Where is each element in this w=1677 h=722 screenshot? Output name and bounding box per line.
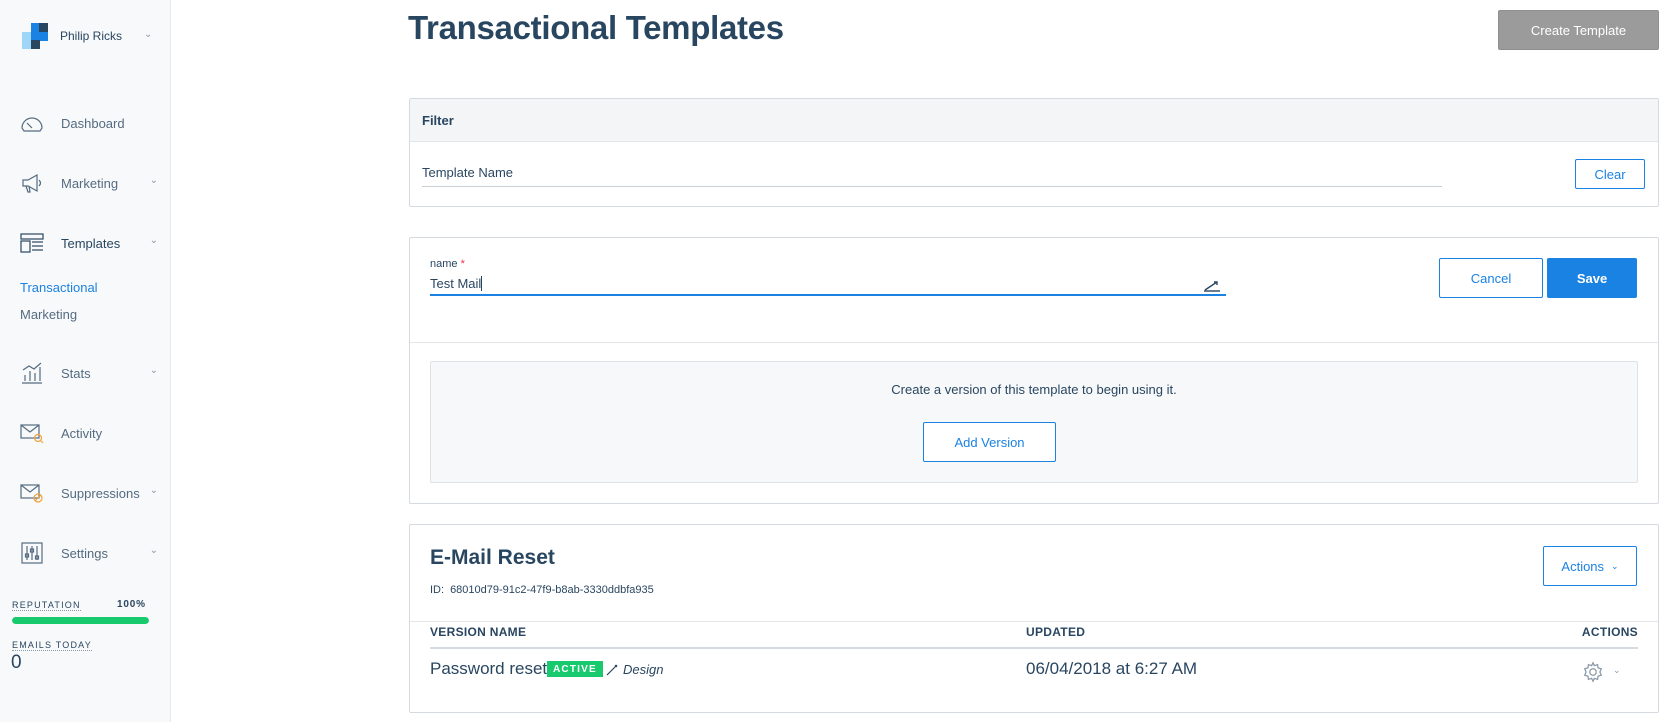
- sidebar-item-stats[interactable]: Stats ⌄: [20, 359, 160, 387]
- version-name[interactable]: Password reset: [430, 659, 547, 679]
- sidebar-item-settings[interactable]: Settings ⌄: [20, 539, 160, 567]
- column-header-version-name[interactable]: VERSION NAME: [430, 625, 526, 639]
- design-link-label: Design: [623, 662, 664, 677]
- sidebar-item-label: Settings: [61, 545, 108, 561]
- reputation-label: REPUTATION: [12, 600, 81, 611]
- template-edit-panel: name * Test Mail Cancel Save Create a ve…: [409, 237, 1659, 504]
- version-updated: 06/04/2018 at 6:27 AM: [1026, 659, 1198, 678]
- chevron-down-icon: ⌄: [149, 485, 158, 496]
- sidebar-subitem-transactional[interactable]: Transactional: [20, 280, 98, 295]
- sendgrid-logo: [22, 23, 48, 49]
- templates-icon: [20, 233, 44, 253]
- sidebar-item-label: Stats: [61, 365, 91, 381]
- sidebar-item-label: Activity: [61, 425, 103, 441]
- template-name-filter-input[interactable]: Template Name: [422, 165, 1442, 187]
- megaphone-icon: [22, 173, 42, 193]
- sidebar-item-dashboard[interactable]: Dashboard: [20, 109, 160, 137]
- chevron-down-icon[interactable]: ⌄: [1613, 665, 1621, 676]
- reputation-value: 100%: [117, 599, 146, 610]
- suppressions-mail-block-icon: [20, 484, 43, 503]
- template-name-input[interactable]: Test Mail: [430, 274, 1226, 296]
- save-button[interactable]: Save: [1547, 258, 1637, 298]
- chevron-down-icon: ⌄: [149, 365, 158, 376]
- add-version-button[interactable]: Add Version: [923, 422, 1056, 462]
- sidebar-item-templates[interactable]: Templates ⌄: [20, 229, 160, 257]
- sidebar-subitem-marketing[interactable]: Marketing: [20, 307, 77, 322]
- filter-panel: Filter Template Name Clear: [409, 98, 1659, 207]
- text-cursor: [481, 276, 483, 291]
- bar-chart-icon: [22, 362, 42, 384]
- required-asterisk: *: [460, 258, 465, 270]
- chevron-down-icon: ⌄: [149, 545, 158, 556]
- template-card: E-Mail Reset ID: 68010d79-91c2-47f9-b8ab-…: [409, 524, 1659, 713]
- sidebar-item-activity[interactable]: Activity: [20, 419, 160, 447]
- emails-today-label: EMAILS TODAY: [12, 640, 92, 651]
- account-switcher[interactable]: Philip Ricks ⌄: [22, 23, 152, 49]
- template-id-value: 68010d79-91c2-47f9-b8ab-3330ddbfa935: [450, 584, 654, 596]
- divider: [410, 621, 1658, 622]
- chevron-down-icon: ⌄: [149, 175, 158, 186]
- template-id-label: ID:: [430, 584, 445, 596]
- account-name: Philip Ricks: [60, 29, 123, 43]
- column-header-actions: ACTIONS: [1581, 625, 1638, 639]
- sidebar-item-label: Suppressions: [61, 485, 140, 501]
- template-name-input-value: Test Mail: [430, 276, 482, 291]
- actions-button-label: Actions: [1561, 558, 1605, 574]
- chevron-down-icon: ⌄: [144, 29, 153, 40]
- activity-mail-search-icon: [20, 424, 44, 444]
- sidebar: Philip Ricks ⌄ Dashboard Marketing ⌄ Tem…: [0, 0, 171, 722]
- create-template-button[interactable]: Create Template: [1498, 10, 1659, 50]
- settings-sliders-icon: [21, 542, 43, 564]
- template-title: E-Mail Reset: [430, 546, 555, 569]
- sidebar-item-label: Dashboard: [61, 115, 125, 131]
- cancel-button[interactable]: Cancel: [1439, 258, 1543, 298]
- reputation-bar-fill: [12, 617, 149, 624]
- sidebar-item-label: Templates: [61, 235, 121, 251]
- design-link[interactable]: Design: [606, 662, 663, 677]
- sidebar-item-marketing[interactable]: Marketing ⌄: [20, 169, 160, 197]
- pencil-icon: [1204, 281, 1220, 292]
- reputation-bar: [12, 617, 149, 624]
- template-actions-button[interactable]: Actions ⌄: [1543, 546, 1637, 586]
- table-header-divider: [430, 647, 1638, 649]
- name-label-text: name: [430, 258, 458, 270]
- dashboard-gauge-icon: [21, 117, 43, 132]
- page-title: Transactional Templates: [408, 9, 784, 46]
- pencil-icon: [606, 664, 618, 676]
- divider: [410, 342, 1658, 343]
- chevron-down-icon: ⌄: [1611, 560, 1619, 571]
- emails-today-value: 0: [11, 652, 22, 673]
- gear-icon[interactable]: [1582, 661, 1604, 683]
- clear-filter-button[interactable]: Clear: [1575, 159, 1645, 189]
- filter-heading: Filter: [410, 99, 1658, 142]
- status-badge-active: ACTIVE: [547, 661, 603, 677]
- column-header-updated[interactable]: UPDATED: [1026, 625, 1085, 639]
- empty-versions-box: Create a version of this template to beg…: [430, 361, 1638, 483]
- chevron-down-icon: ⌄: [149, 235, 158, 246]
- sidebar-item-label: Marketing: [61, 175, 119, 191]
- sidebar-item-suppressions[interactable]: Suppressions ⌄: [20, 479, 160, 507]
- name-field-label: name *: [430, 258, 465, 270]
- empty-versions-message: Create a version of this template to beg…: [891, 382, 1177, 397]
- template-id: ID: 68010d79-91c2-47f9-b8ab-3330ddbfa935: [430, 584, 654, 596]
